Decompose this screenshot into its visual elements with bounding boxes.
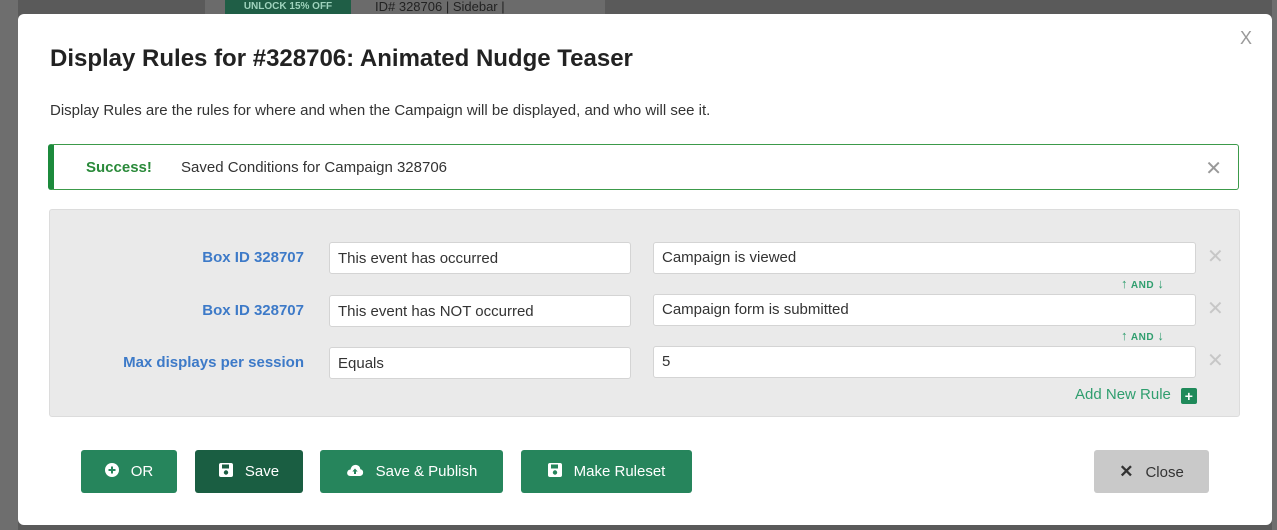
arrow-up-icon: ↑ — [1121, 276, 1128, 291]
cloud-upload-icon — [346, 451, 364, 494]
close-icon: ✕ — [1119, 462, 1134, 481]
and-connector-1[interactable]: ↑ AND ↓ — [1121, 276, 1164, 291]
rule-2-condition-select[interactable]: This event has NOT occurred — [329, 295, 631, 327]
background-info-text: ID# 328706 | Sidebar | — [375, 0, 505, 14]
add-new-rule-label: Add New Rule — [1075, 386, 1171, 403]
backdrop-right — [1272, 0, 1277, 530]
rule-1-label[interactable]: Box ID 328707 — [54, 249, 304, 266]
plus-circle-icon — [104, 451, 119, 494]
modal-description: Display Rules are the rules for where an… — [50, 102, 711, 119]
modal-title: Display Rules for #328706: Animated Nudg… — [50, 45, 633, 72]
rule-1-remove-icon[interactable]: ✕ — [1207, 244, 1224, 269]
rules-panel: Box ID 328707 This event has occurred Ca… — [49, 209, 1240, 417]
backdrop-left — [0, 0, 18, 530]
rule-2-remove-icon[interactable]: ✕ — [1207, 296, 1224, 321]
rule-3-value-input[interactable]: 5 — [653, 346, 1196, 378]
alert-message: Saved Conditions for Campaign 328706 — [181, 159, 448, 176]
rule-2-label[interactable]: Box ID 328707 — [54, 302, 304, 319]
background-page-strip: UNLOCK 15% OFF ID# 328706 | Sidebar | — [205, 0, 605, 14]
background-button: UNLOCK 15% OFF — [225, 0, 351, 14]
or-button-label: OR — [130, 463, 154, 480]
or-button[interactable]: OR — [81, 450, 177, 493]
alert-close-icon[interactable]: ✕ — [1205, 156, 1222, 181]
arrow-down-icon: ↓ — [1157, 276, 1165, 291]
save-button-label: Save — [244, 463, 280, 480]
add-new-rule-link[interactable]: Add New Rule + — [1075, 386, 1197, 404]
rule-3-remove-icon[interactable]: ✕ — [1207, 348, 1224, 373]
rule-3-condition-select[interactable]: Equals — [329, 347, 631, 379]
close-button-label: Close — [1145, 464, 1184, 481]
rule-3-label[interactable]: Max displays per session — [54, 354, 304, 371]
rule-1-value-select[interactable]: Campaign is viewed — [653, 242, 1196, 274]
and-label: AND — [1130, 280, 1155, 291]
make-ruleset-button[interactable]: Make Ruleset — [521, 450, 692, 493]
rule-1-condition-select[interactable]: This event has occurred — [329, 242, 631, 274]
floppy-disk-icon — [218, 451, 233, 494]
floppy-disk-icon — [547, 451, 562, 494]
arrow-up-icon: ↑ — [1121, 328, 1128, 343]
save-publish-button[interactable]: Save & Publish — [320, 450, 503, 493]
save-button[interactable]: Save — [195, 450, 303, 493]
and-connector-2[interactable]: ↑ AND ↓ — [1121, 328, 1164, 343]
close-button[interactable]: ✕ Close — [1094, 450, 1209, 493]
save-publish-button-label: Save & Publish — [375, 463, 478, 480]
modal-close-x[interactable]: X — [1240, 28, 1252, 49]
make-ruleset-button-label: Make Ruleset — [573, 463, 666, 480]
arrow-down-icon: ↓ — [1157, 328, 1165, 343]
rule-2-value-select[interactable]: Campaign form is submitted — [653, 294, 1196, 326]
alert-strong: Success! — [86, 159, 152, 176]
display-rules-modal: X Display Rules for #328706: Animated Nu… — [18, 14, 1272, 525]
and-label: AND — [1130, 332, 1155, 343]
success-alert: Success! Saved Conditions for Campaign 3… — [48, 144, 1239, 190]
plus-box-icon: + — [1180, 388, 1197, 404]
